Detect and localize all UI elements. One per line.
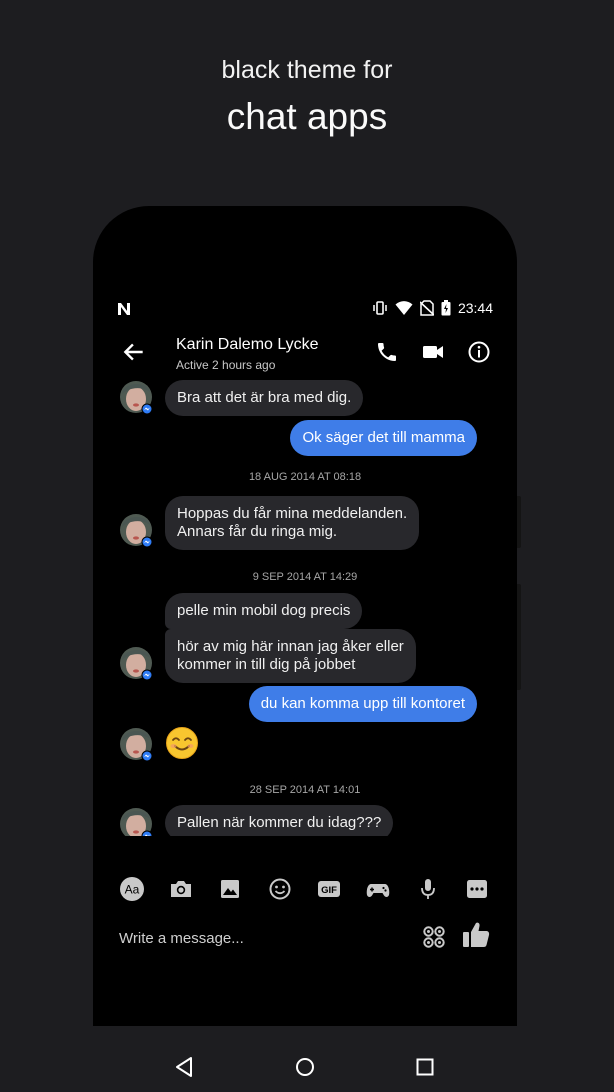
- contact-name[interactable]: Karin Dalemo Lycke: [176, 336, 319, 354]
- game-controller-icon[interactable]: [365, 876, 391, 902]
- wifi-icon: [395, 301, 413, 315]
- recents-square-icon[interactable]: [412, 1054, 438, 1080]
- info-icon[interactable]: [467, 340, 491, 364]
- message-timestamp: 18 AUG 2014 AT 08:18: [248, 471, 362, 483]
- status-bar: 23:44: [93, 296, 517, 324]
- message-timestamp: 28 SEP 2014 AT 14:01: [249, 784, 361, 796]
- message-composer: Write a message...: [93, 912, 517, 964]
- image-icon[interactable]: [217, 876, 243, 902]
- gif-icon[interactable]: GIF: [316, 876, 342, 902]
- more-icon[interactable]: [464, 876, 490, 902]
- contact-status: Active 2 hours ago: [176, 358, 276, 372]
- message-bubble-incoming[interactable]: Hoppas du får mina meddelanden. Annars f…: [165, 496, 420, 550]
- avatar[interactable]: [119, 646, 153, 680]
- message-line: hör av mig här innan jag åker eller: [177, 638, 404, 655]
- message-bubble-incoming[interactable]: Pallen när kommer du idag???: [165, 805, 394, 836]
- message-line: Hoppas du får mina meddelanden.: [177, 505, 408, 522]
- status-icons: 23:44: [372, 300, 493, 316]
- no-sim-icon: [419, 300, 434, 316]
- home-circle-icon[interactable]: [292, 1054, 318, 1080]
- message-bubble-incoming[interactable]: Bra att det är bra med dig.: [165, 380, 364, 416]
- status-time: 23:44: [457, 300, 493, 316]
- back-arrow-icon[interactable]: [121, 339, 147, 365]
- text-format-icon[interactable]: Aa: [119, 876, 145, 902]
- emoji-icon[interactable]: [267, 876, 293, 902]
- battery-icon: [441, 300, 451, 316]
- back-triangle-icon[interactable]: [172, 1054, 198, 1080]
- message-input[interactable]: Write a message...: [119, 930, 244, 947]
- promo-title: chat apps: [226, 96, 388, 137]
- navigation-bar: [93, 1044, 517, 1092]
- avatar[interactable]: [119, 727, 153, 761]
- phone-icon[interactable]: [375, 340, 399, 364]
- avatar[interactable]: [119, 380, 153, 414]
- thumbs-up-icon[interactable]: [461, 920, 491, 950]
- phone-screen: 23:44 Karin Dalemo Lycke Active 2 hours …: [93, 296, 517, 1077]
- message-bubble-outgoing[interactable]: Ok säger det till mamma: [290, 420, 477, 456]
- qr-code-icon[interactable]: [421, 924, 447, 950]
- composer-toolbar: Aa GIF: [93, 876, 517, 912]
- message-bubble-incoming[interactable]: pelle min mobil dog precis: [165, 593, 363, 629]
- chat-header: Karin Dalemo Lycke Active 2 hours ago: [93, 324, 517, 380]
- vibrate-icon: [373, 301, 387, 315]
- phone-frame: 23:44 Karin Dalemo Lycke Active 2 hours …: [93, 206, 521, 1077]
- aa-label: Aa: [125, 883, 140, 897]
- video-camera-icon[interactable]: [421, 340, 445, 364]
- message-timestamp: 9 SEP 2014 AT 14:29: [252, 571, 358, 583]
- n-logo-icon: [118, 303, 130, 315]
- message-line: Annars får du ringa mig.: [177, 523, 338, 540]
- avatar[interactable]: [119, 513, 153, 547]
- promo-subtitle: black theme for: [221, 56, 393, 84]
- phone-side-button: [517, 496, 521, 548]
- avatar[interactable]: [119, 807, 153, 836]
- smiling-face-icon[interactable]: [165, 726, 199, 760]
- message-bubble-incoming[interactable]: hör av mig här innan jag åker eller komm…: [165, 629, 416, 683]
- message-bubble-outgoing[interactable]: du kan komma upp till kontoret: [248, 686, 477, 722]
- camera-icon[interactable]: [168, 876, 194, 902]
- gif-label: GIF: [321, 885, 337, 896]
- phone-side-button: [517, 584, 521, 690]
- message-list[interactable]: Bra att det är bra med dig. Ok säger det…: [93, 380, 517, 836]
- microphone-icon[interactable]: [415, 876, 441, 902]
- message-line: kommer in till dig på jobbet: [177, 656, 356, 673]
